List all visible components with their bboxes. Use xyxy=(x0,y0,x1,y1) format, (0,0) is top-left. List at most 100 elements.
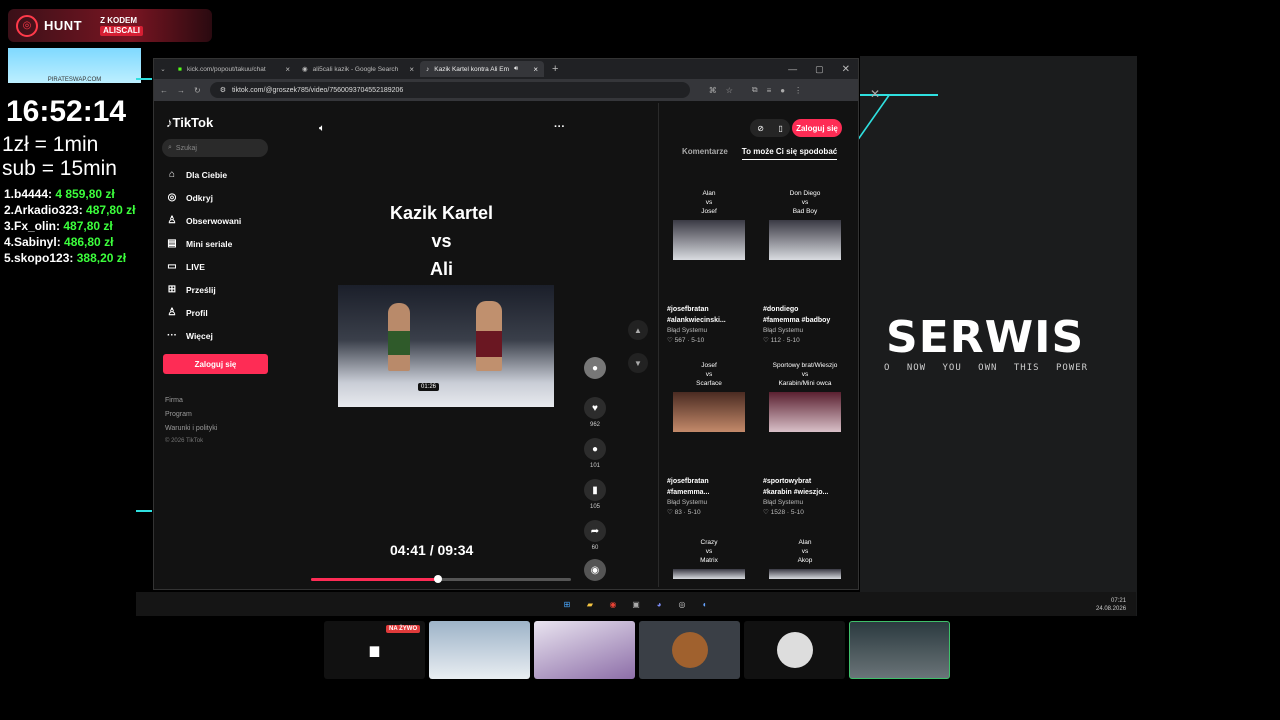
upload-icon: ⊞ xyxy=(167,284,177,295)
chrome-icon[interactable]: ◉ xyxy=(606,597,621,612)
cyan-accent-line xyxy=(136,510,152,512)
nav-live[interactable]: ▭ LIVE xyxy=(166,261,205,272)
nav-upload[interactable]: ⊞ Prześlij xyxy=(166,284,216,295)
following-icon: ♙ xyxy=(167,215,177,226)
subathon-timer: 16:52:14 xyxy=(6,95,127,128)
close-window-button[interactable]: ✕ xyxy=(842,64,850,75)
music-disc[interactable]: ◉ xyxy=(584,559,606,584)
obs-icon[interactable]: ◎ xyxy=(675,597,690,612)
new-tab-button[interactable]: + xyxy=(552,63,558,75)
rate-sub: sub = 15min xyxy=(2,157,117,180)
close-tab-icon[interactable]: × xyxy=(533,65,538,74)
suggested-video-card[interactable]: Crazy vs Matrix xyxy=(667,538,751,579)
video-time-badge: 01:26 xyxy=(418,383,440,391)
tiktok-logo[interactable]: ♪TikTok xyxy=(166,115,213,130)
dog-avatar xyxy=(671,632,708,668)
heart-icon: ♡ xyxy=(667,509,675,516)
back-icon[interactable]: ← xyxy=(160,86,168,95)
right-tabs: Komentarze To może Ci się spodobać xyxy=(682,147,838,160)
avatar-tile[interactable] xyxy=(744,621,845,679)
video-title: Kazik Kartel vs Ali xyxy=(389,203,494,279)
save-button[interactable]: ▮ 105 xyxy=(584,479,606,510)
tab-search-icon[interactable]: ⌄ xyxy=(154,65,172,73)
suggested-video-card[interactable]: Josef vs Scarface #josefbratan #famemma... … xyxy=(667,361,751,518)
heart-icon: ♥ xyxy=(584,397,606,419)
share-button[interactable]: ➦ 60 xyxy=(584,520,606,551)
bookmark-star-icon[interactable]: ☆ xyxy=(726,86,733,95)
next-video-icon[interactable]: ▼ xyxy=(628,353,648,373)
nav-explore[interactable]: ◎ Odkryj xyxy=(166,192,213,203)
maximize-button[interactable]: ▢ xyxy=(815,64,824,75)
series-icon: ▤ xyxy=(167,238,177,249)
site-info-icon[interactable]: ⚙ xyxy=(220,86,226,94)
webcam-tile-active[interactable] xyxy=(849,621,950,679)
media-icon[interactable]: ≡ xyxy=(767,86,772,95)
footer-link[interactable]: Firma xyxy=(165,397,183,404)
share-icon: ➦ xyxy=(584,520,606,542)
screen-share-tile[interactable]: NA ŻYWO ▆ xyxy=(324,621,425,679)
avatar-tile[interactable] xyxy=(639,621,740,679)
tab-strip: ⌄ ■ kick.com/popout/takuu/chat × ◉ ali5cali… xyxy=(154,59,858,79)
login-button-top[interactable]: Zaloguj się xyxy=(792,119,842,137)
nav-mini-series[interactable]: ▤ Mini seriale xyxy=(166,238,232,249)
tab-comments[interactable]: Komentarze xyxy=(682,147,728,160)
video-player[interactable]: 01:26 xyxy=(338,285,554,407)
reload-icon[interactable]: ↻ xyxy=(194,86,201,95)
suggested-video-card[interactable]: Don Diego vs Bad Boy #dondiego #famemma #ba… xyxy=(763,189,847,346)
audio-icon: 🔊︎ xyxy=(514,65,519,72)
start-icon[interactable]: ⊞ xyxy=(560,597,575,612)
nav-following[interactable]: ♙ Obserwowani xyxy=(166,215,242,226)
prev-video-icon[interactable]: ▲ xyxy=(628,320,648,340)
login-button[interactable]: Zaloguj się xyxy=(163,354,268,374)
profile-icon[interactable]: ● xyxy=(780,86,785,95)
tab-google[interactable]: ◉ ali5cali kazik - Google Search × xyxy=(296,61,420,77)
donation-leaderboard: 1.b4444: 4 859,80 zł 2.Arkadio323: 487,8… xyxy=(4,186,135,266)
live-badge: NA ŻYWO xyxy=(386,625,421,633)
discord-icon[interactable]: ◕ xyxy=(652,597,667,612)
nav-more[interactable]: ··· Więcej xyxy=(166,330,213,341)
panel-close-icon[interactable]: ✕ xyxy=(870,87,880,101)
leaderboard-row: 2.Arkadio323: 487,80 zł xyxy=(4,203,136,217)
footer-link[interactable]: Warunki i polityki xyxy=(165,425,217,432)
coin-icon: ⊘ xyxy=(757,123,764,133)
menu-icon[interactable]: ⋮ xyxy=(794,86,802,95)
compass-icon: ◎ xyxy=(167,192,177,203)
suggested-video-card[interactable]: Alan vs Josef #josefbratan #alankwiecinski.… xyxy=(667,189,751,346)
webcam-tile[interactable] xyxy=(429,621,530,679)
extensions-icon[interactable]: ⧉ xyxy=(752,85,758,95)
progress-knob[interactable] xyxy=(434,575,443,583)
taskbar: ⊞ ▰ ◉ ▣ ◕ ◎ ◐ xyxy=(136,592,1136,616)
hunt-code: Z KODEM ALISCALI xyxy=(100,16,143,36)
minimize-button[interactable]: — xyxy=(788,64,797,74)
footer-link[interactable]: Program xyxy=(165,411,192,418)
suggested-video-card[interactable]: Sportowy brat/Wieszjo vs Karabin/Mini owca… xyxy=(763,361,847,518)
url-field[interactable]: ⚙ tiktok.com/@groszek785/video/7560093704… xyxy=(209,82,690,98)
address-bar-row: ← → ↻ ⚙ tiktok.com/@groszek785/video/7560… xyxy=(154,79,858,101)
translate-icon[interactable]: ⌘ xyxy=(709,86,717,95)
comment-button[interactable]: ● 101 xyxy=(584,438,606,469)
terminal-icon[interactable]: ▣ xyxy=(629,597,644,612)
suggested-video-card[interactable]: Alan vs Akop xyxy=(763,538,847,579)
comment-icon: ● xyxy=(584,438,606,460)
tab-tiktok[interactable]: ♪ Kazik Kartel kontra Ali Em 🔊︎ × xyxy=(420,61,544,77)
tab-suggested[interactable]: To może Ci się spodobać xyxy=(741,147,838,160)
app-links[interactable]: ⊘ ▯ xyxy=(750,119,790,137)
folder-icon[interactable]: ▰ xyxy=(583,597,598,612)
nav-profile[interactable]: ♙ Profil xyxy=(166,307,208,318)
video-more-icon[interactable]: ··· xyxy=(554,121,565,133)
search-icon: ⌕ xyxy=(168,144,172,151)
search-input[interactable]: ⌕ Szukaj xyxy=(162,139,268,157)
browser-window: ⌄ ■ kick.com/popout/takuu/chat × ◉ ali5cali… xyxy=(153,58,859,590)
like-button[interactable]: ♥ 962 xyxy=(584,397,606,428)
close-tab-icon[interactable]: × xyxy=(285,65,290,74)
nav-for-you[interactable]: ⌂ Dla Ciebie xyxy=(166,169,227,180)
forward-icon[interactable]: → xyxy=(177,86,185,95)
webcam-tile[interactable] xyxy=(534,621,635,679)
progress-bar[interactable] xyxy=(311,575,571,583)
close-tab-icon[interactable]: × xyxy=(409,65,414,74)
author-avatar[interactable]: ● xyxy=(584,357,606,382)
hunt-logo-icon: ◎ xyxy=(16,14,38,37)
steam-icon[interactable]: ◐ xyxy=(698,597,713,612)
tab-kick[interactable]: ■ kick.com/popout/takuu/chat × xyxy=(172,61,296,77)
volume-icon[interactable]: 🔈︎ xyxy=(319,123,325,134)
